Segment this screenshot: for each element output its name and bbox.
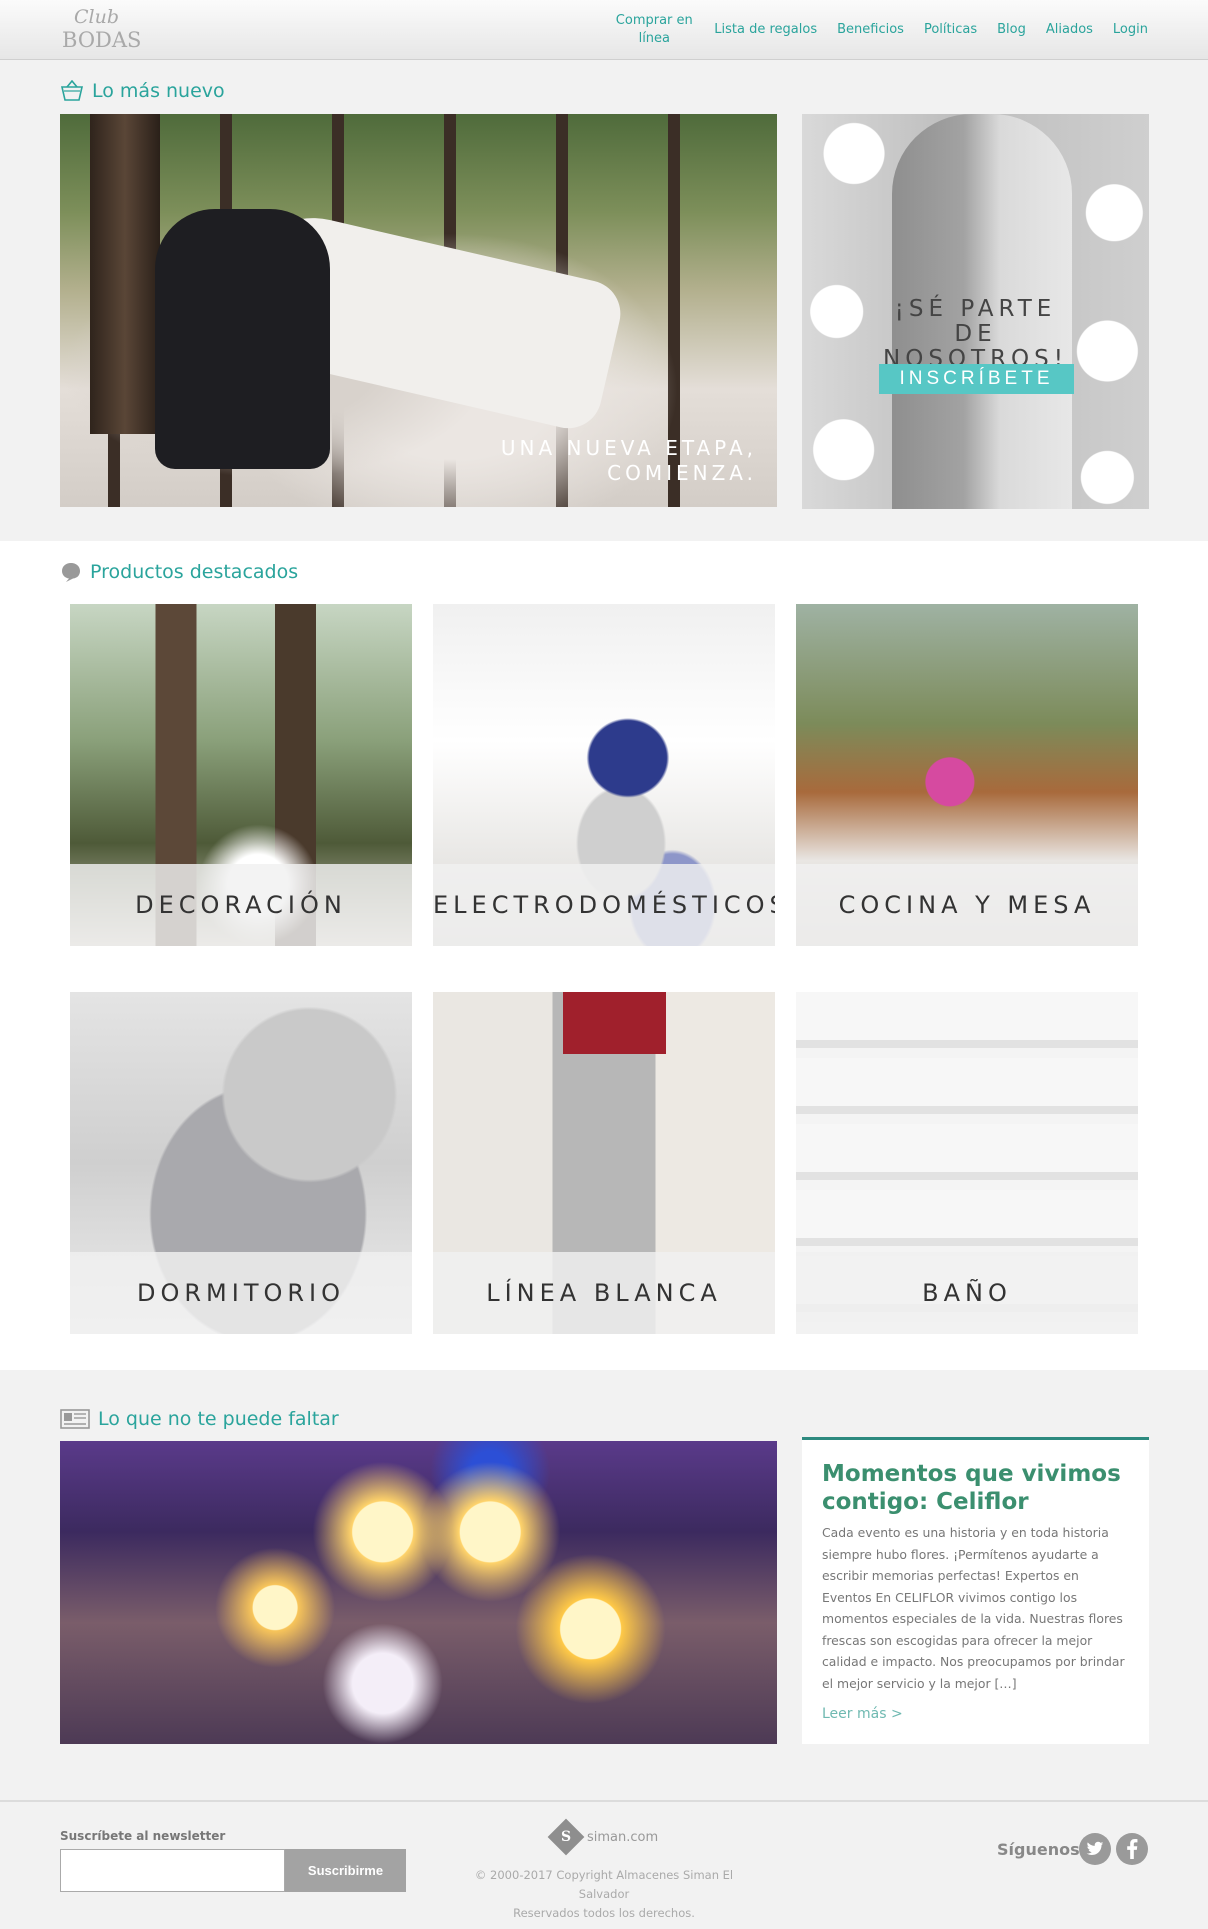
product-card-bano[interactable]: BAÑO	[796, 992, 1138, 1334]
product-card-linea-blanca[interactable]: LÍNEA BLANCA	[433, 992, 775, 1334]
nav-login[interactable]: Login	[1113, 21, 1148, 39]
read-more-link[interactable]: Leer más >	[822, 1706, 903, 1722]
tree-trunk	[90, 114, 160, 434]
section-title-text: Lo que no te puede faltar	[98, 1408, 339, 1430]
site-header: Club BODAS Comprar en línea Lista de reg…	[0, 0, 1208, 60]
product-card-decoracion[interactable]: DECORACIÓN	[70, 604, 412, 946]
siman-logo-icon: S	[547, 1818, 585, 1856]
product-card-electrodomesticos[interactable]: ELECTRODOMÉSTICOS	[433, 604, 775, 946]
siman-brand-text: siman.com	[587, 1829, 659, 1845]
subscribe-button[interactable]: Suscribirme	[285, 1849, 406, 1892]
article-card: Momentos que vivimos contigo: Celiflor C…	[802, 1437, 1149, 1744]
join-banner: ¡SÉ PARTE DE NOSOTROS! INSCRÍBETE	[802, 114, 1149, 509]
product-label: LÍNEA BLANCA	[433, 1252, 775, 1334]
section-title-products: Productos destacados	[60, 561, 298, 583]
copyright-line-2: Reservados todos los derechos.	[513, 1906, 695, 1920]
logo-line-2: BODAS	[62, 28, 142, 52]
nav-comprar-en-linea[interactable]: Comprar en línea	[614, 12, 694, 48]
product-label: DORMITORIO	[70, 1252, 412, 1334]
section-title-new: Lo más nuevo	[60, 80, 225, 102]
section-title-text: Lo más nuevo	[92, 80, 225, 102]
product-label: COCINA Y MESA	[796, 864, 1138, 946]
product-card-cocina-y-mesa[interactable]: COCINA Y MESA	[796, 604, 1138, 946]
logo-line-1: Club	[74, 6, 120, 28]
section-title-musthave: Lo que no te puede faltar	[60, 1408, 339, 1430]
newsletter-email-input[interactable]	[60, 1849, 285, 1892]
site-footer: Suscríbete al newsletter Suscribirme S s…	[0, 1800, 1208, 1929]
copyright-line-1: © 2000-2017 Copyright Almacenes Siman El…	[474, 1868, 734, 1901]
nav-beneficios[interactable]: Beneficios	[837, 21, 904, 39]
basket-icon	[60, 80, 84, 102]
club-bodas-logo[interactable]: Club BODAS	[60, 6, 142, 52]
follow-label: Síguenos	[997, 1840, 1080, 1859]
product-card-dormitorio[interactable]: DORMITORIO	[70, 992, 412, 1334]
nav-lista-de-regalos[interactable]: Lista de regalos	[714, 21, 817, 39]
speech-bubble-icon	[60, 561, 82, 583]
main-nav: Comprar en línea Lista de regalos Benefi…	[614, 0, 1148, 60]
section-title-text: Productos destacados	[90, 561, 299, 583]
article-excerpt: Cada evento es una historia y en toda hi…	[822, 1525, 1125, 1691]
celiflor-feature-image[interactable]	[60, 1441, 777, 1744]
newsletter-label: Suscríbete al newsletter	[60, 1829, 226, 1843]
inscribete-button[interactable]: INSCRÍBETE	[879, 364, 1074, 394]
newspaper-icon	[60, 1409, 90, 1429]
twitter-icon[interactable]	[1079, 1833, 1111, 1865]
copyright: © 2000-2017 Copyright Almacenes Siman El…	[452, 1866, 756, 1923]
groom-figure	[155, 209, 330, 469]
hero-caption: UNA NUEVA ETAPA, COMIENZA.	[500, 436, 757, 485]
product-label: ELECTRODOMÉSTICOS	[433, 864, 775, 946]
facebook-icon[interactable]	[1116, 1833, 1148, 1865]
nav-aliados[interactable]: Aliados	[1046, 21, 1093, 39]
product-label: DECORACIÓN	[70, 864, 412, 946]
nav-blog[interactable]: Blog	[997, 21, 1026, 39]
hero-banner[interactable]: UNA NUEVA ETAPA, COMIENZA.	[60, 114, 777, 507]
product-label: BAÑO	[796, 1252, 1138, 1334]
article-title[interactable]: Momentos que vivimos contigo: Celiflor	[822, 1460, 1129, 1516]
join-text: ¡SÉ PARTE DE NOSOTROS!	[883, 296, 1068, 372]
siman-brand-link[interactable]: S siman.com	[547, 1818, 659, 1856]
nav-politicas[interactable]: Políticas	[924, 21, 977, 39]
